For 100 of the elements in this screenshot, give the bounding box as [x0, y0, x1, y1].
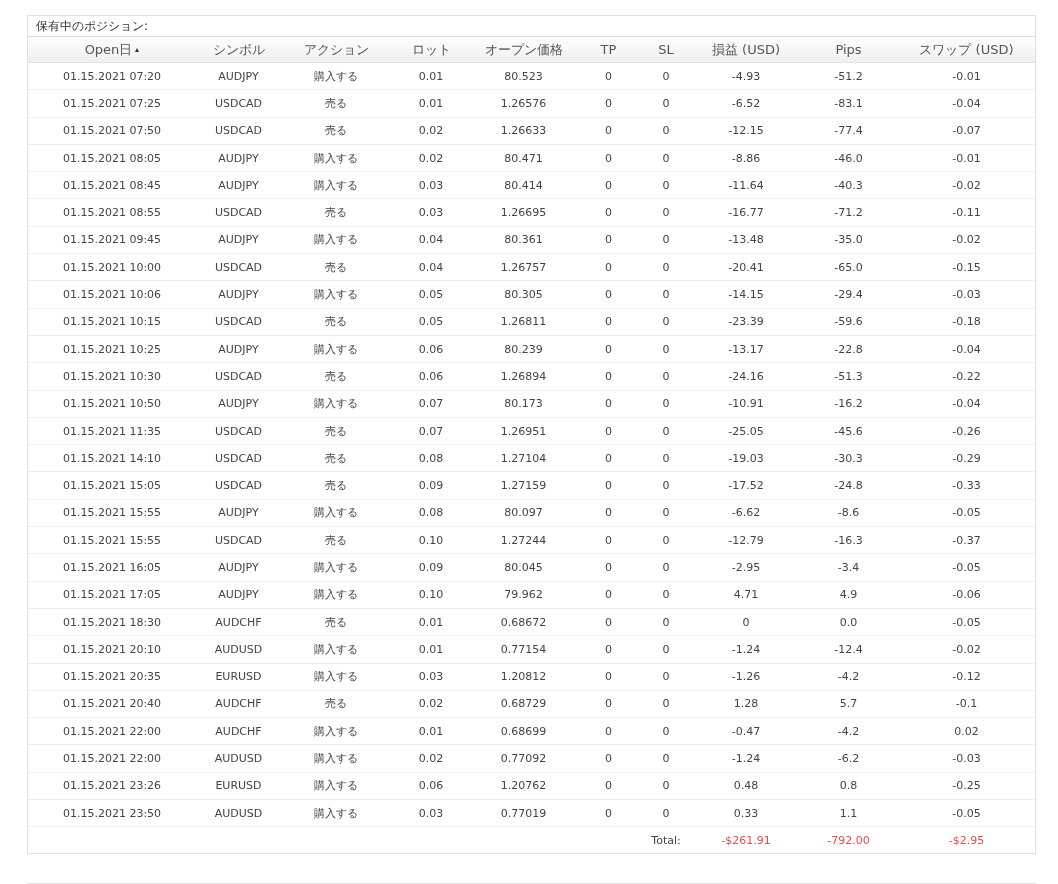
table-cell: AUDJPY [218, 151, 259, 165]
table-cell: 売る [325, 205, 347, 221]
table-cell: 売る [325, 123, 347, 139]
table-cell: USDCAD [214, 533, 263, 547]
table-cell: AUDJPY [218, 233, 259, 247]
table-cell: 0 [605, 397, 612, 411]
table-cell: EURUSD [215, 779, 262, 793]
column-header[interactable]: SL [658, 42, 674, 57]
table-cell: -10.91 [728, 397, 764, 411]
column-header[interactable]: Open日 [84, 40, 140, 59]
column-header[interactable]: TP [600, 42, 617, 57]
table-cell: -0.37 [952, 533, 981, 547]
table-cell: 0 [662, 424, 670, 438]
table-cell: 0.02 [418, 151, 444, 165]
table-cell: -0.47 [731, 724, 761, 738]
table-cell: 購入する [314, 177, 358, 193]
table-cell: 0 [662, 724, 670, 738]
table-cell: 1.20762 [500, 779, 547, 793]
table-cell: -83.1 [834, 96, 863, 110]
table-cell: -22.8 [834, 342, 863, 356]
table-cell: -4.2 [837, 724, 860, 738]
table-cell: 0.06 [418, 369, 444, 383]
table-cell: 01.15.2021 08:45 [62, 178, 162, 192]
table-cell: 0 [605, 288, 612, 301]
table-cell: 5.7 [839, 697, 858, 711]
table-cell: USDCAD [214, 124, 263, 138]
column-header[interactable]: シンボル [212, 40, 265, 59]
table-cell: -6.52 [731, 96, 761, 110]
table-cell: 0.08 [418, 506, 444, 520]
table-cell: 0.04 [418, 260, 444, 274]
table-cell: -45.6 [834, 424, 863, 438]
table-cell: 0.77154 [500, 642, 547, 656]
table-cell: 0 [605, 724, 612, 738]
table-cell: -24.16 [728, 369, 764, 383]
table-cell: 0 [742, 615, 750, 629]
table-cell: 0 [662, 342, 670, 356]
table-cell: -0.12 [952, 670, 981, 684]
table-cell: 購入する [314, 232, 358, 248]
table-cell: -14.15 [728, 288, 764, 301]
total-pips: -792.00 [827, 833, 870, 847]
table-cell: 0.03 [418, 206, 444, 220]
table-cell: 1.27244 [500, 533, 547, 547]
table-cell: -6.2 [837, 752, 860, 766]
column-header[interactable]: スワップ (USD) [919, 40, 1014, 59]
table-cell: 1.28 [733, 697, 759, 711]
panel-title: 保有中のポジション: [36, 18, 149, 35]
table-cell: 01.15.2021 16:05 [62, 561, 162, 574]
table-cell: -0.26 [952, 424, 981, 438]
table-cell: 01.15.2021 23:50 [62, 806, 162, 820]
table-cell: AUDJPY [218, 69, 259, 83]
table-cell: 0 [605, 424, 612, 438]
table-cell: 0 [605, 69, 612, 83]
table-cell: -24.8 [834, 479, 863, 493]
table-cell: 1.26951 [500, 424, 547, 438]
column-header[interactable]: Pips [835, 42, 862, 57]
column-header[interactable]: オープン価格 [484, 40, 563, 59]
table-cell: 01.15.2021 10:00 [62, 260, 162, 274]
table-cell: -1.24 [731, 752, 761, 766]
table-cell: 1.1 [839, 806, 858, 820]
table-cell: -16.3 [834, 533, 863, 547]
table-cell: 01.15.2021 07:25 [62, 96, 162, 110]
table-cell: 0 [662, 260, 670, 274]
table-cell: 0 [662, 233, 670, 247]
table-cell: 0 [605, 670, 612, 684]
table-cell: 1.26633 [500, 124, 547, 138]
table-cell: -77.4 [834, 124, 863, 138]
column-header[interactable]: ロット [411, 40, 451, 59]
table-cell: AUDCHF [215, 724, 262, 738]
column-header[interactable]: アクション [303, 40, 369, 59]
column-header[interactable]: 損益 (USD) [711, 40, 781, 59]
table-cell: 0 [662, 806, 670, 820]
table-cell: 0.10 [418, 588, 444, 602]
table-cell: 0 [662, 178, 670, 192]
table-cell: 購入する [314, 341, 358, 357]
table-cell: 0.48 [733, 779, 759, 793]
table-cell: 4.9 [839, 588, 858, 602]
table-cell: 0.02 [418, 697, 444, 711]
table-cell: 購入する [314, 505, 358, 521]
table-cell: 0.01 [418, 96, 444, 110]
table-cell: 1.26695 [500, 206, 547, 220]
table-cell: -0.02 [952, 642, 981, 656]
table-cell: -8.86 [731, 151, 761, 165]
table-cell: -16.2 [834, 397, 863, 411]
table-cell: 売る [325, 423, 347, 439]
table-cell: -51.2 [834, 69, 863, 83]
table-cell: -46.0 [834, 151, 863, 165]
table-cell: 0 [662, 397, 670, 411]
table-cell: 0.04 [418, 233, 444, 247]
table-cell: 売る [325, 478, 347, 494]
table-cell: 0 [605, 561, 612, 574]
table-cell: 80.361 [504, 233, 543, 247]
table-cell: 売る [325, 95, 347, 111]
table-cell: -29.4 [834, 288, 863, 301]
table-cell: -0.1 [955, 697, 978, 711]
table-cell: 80.097 [504, 506, 543, 520]
table-cell: 0 [662, 206, 670, 220]
table-cell: 0 [605, 588, 612, 602]
table-cell: 0 [662, 615, 670, 629]
table-cell: 0.09 [418, 479, 444, 493]
table-cell: 0.05 [418, 288, 444, 301]
